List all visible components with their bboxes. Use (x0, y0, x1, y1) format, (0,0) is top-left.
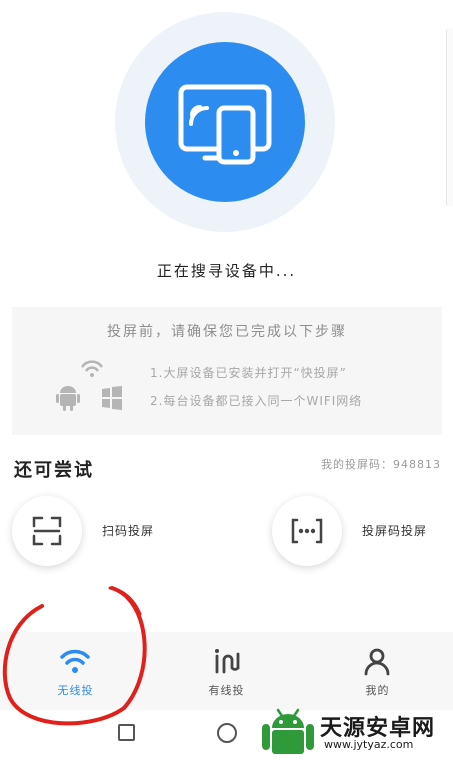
code-cast-label[interactable]: 投屏码投屏 (362, 522, 427, 539)
code-icon (291, 518, 323, 544)
scan-cast-label[interactable]: 扫码投屏 (102, 522, 154, 539)
tab-mine[interactable]: 我的 (302, 632, 453, 710)
cast-illustration (145, 42, 305, 202)
device-icons (56, 357, 136, 421)
tab-label: 我的 (365, 684, 390, 697)
searching-status: 正在搜寻设备中... (156, 262, 297, 280)
screen-cast-icon (178, 84, 272, 165)
tab-wireless-cast[interactable]: 无线投 (0, 632, 151, 710)
watermark-logo-icon (262, 708, 314, 754)
windows-icon (102, 386, 122, 410)
wifi-small-icon (80, 360, 104, 377)
scan-cast-button[interactable] (12, 496, 82, 566)
my-cast-code: 我的投屏码：948813 (321, 458, 441, 471)
tab-label: 无线投 (57, 684, 94, 697)
tab-wired-cast[interactable]: 有线投 (151, 632, 302, 710)
step-item: 1.大屏设备已安装并打开“快投屏” (150, 366, 347, 380)
home-button[interactable] (217, 723, 237, 743)
cable-icon (215, 649, 240, 674)
try-section-title: 还可尝试 (14, 460, 94, 481)
scan-icon (32, 516, 62, 546)
steps-title: 投屏前，请确保您已完成以下步骤 (107, 324, 347, 340)
steps-list: 1.大屏设备已安装并打开“快投屏” 2.每台设备都已接入同一个WIFI网络 (150, 363, 362, 419)
recent-apps-button[interactable] (118, 724, 135, 741)
tab-label: 有线投 (208, 684, 245, 697)
code-cast-button[interactable] (272, 496, 342, 566)
android-icon (56, 386, 80, 411)
bottom-tab-bar: 无线投 有线投 我的 (0, 632, 453, 710)
steps-card: 投屏前，请确保您已完成以下步骤 1.大屏设备已安装并打开“快投屏” 2.每台设备… (12, 307, 442, 435)
wifi-icon (60, 649, 90, 673)
watermark-url: www.jytyaz.com (324, 738, 414, 751)
scroll-indicator[interactable] (446, 28, 453, 206)
profile-icon (364, 648, 390, 676)
step-item: 2.每台设备都已接入同一个WIFI网络 (150, 394, 363, 408)
watermark: 天源安卓网 www.jytyaz.com (258, 706, 453, 758)
